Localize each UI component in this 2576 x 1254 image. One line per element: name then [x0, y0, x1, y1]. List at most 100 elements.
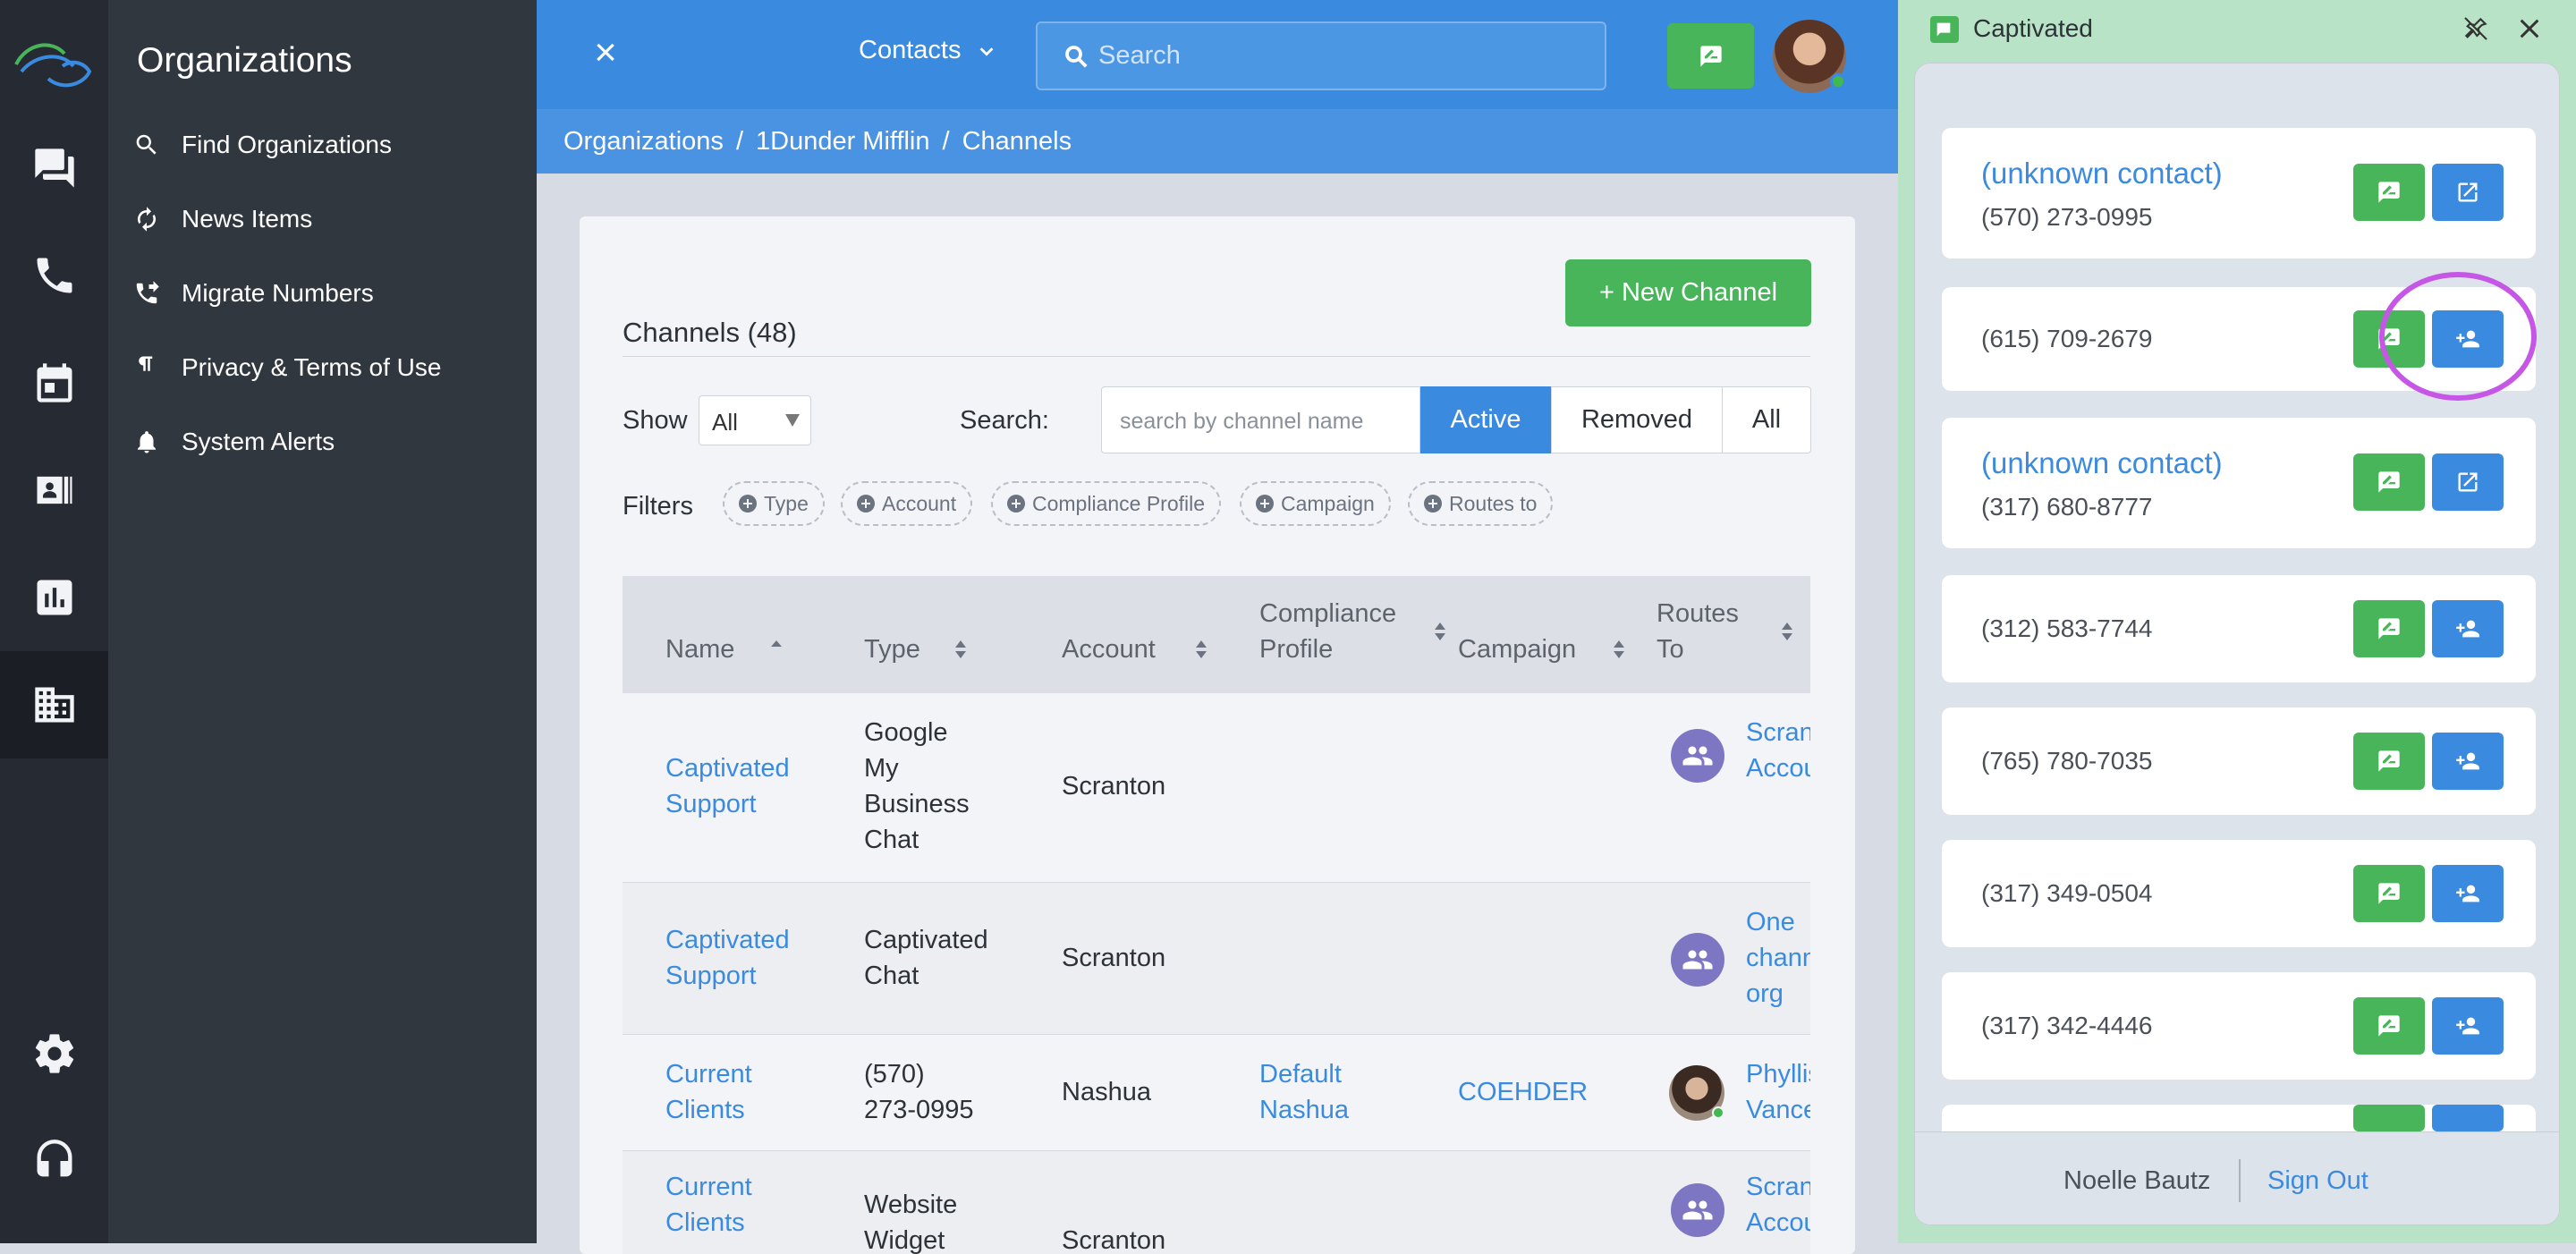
- compose-message-button[interactable]: [1667, 23, 1754, 89]
- close-icon[interactable]: ×: [583, 30, 628, 75]
- column-header-routes-to[interactable]: Routes To: [1657, 596, 1792, 667]
- campaign-link[interactable]: COEHDER: [1458, 1074, 1588, 1110]
- breadcrumb-organization[interactable]: 1Dunder Mifflin: [756, 127, 930, 157]
- send-message-button[interactable]: [2353, 453, 2425, 511]
- contact-card[interactable]: (765) 780-7035: [1942, 707, 2536, 815]
- sort-icon: [955, 640, 966, 658]
- channel-type: (570) 273-0995: [864, 1060, 974, 1124]
- routes-to-link[interactable]: One channel org: [1746, 904, 1810, 1012]
- channel-type: Website Widget: [864, 1190, 958, 1254]
- channel-type: Google My Business Chat: [864, 718, 970, 854]
- sidenav-item-privacy-terms[interactable]: Privacy & Terms of Use: [133, 341, 441, 394]
- add-contact-button[interactable]: [2432, 865, 2504, 922]
- open-external-icon: [2458, 472, 2478, 492]
- user-avatar[interactable]: [1773, 20, 1846, 93]
- close-icon[interactable]: [2515, 14, 2544, 43]
- rail-calendar[interactable]: [0, 329, 108, 436]
- channel-name-link[interactable]: Current Clients: [665, 1169, 800, 1241]
- table-row[interactable]: Captivated Support Captivated Chat Scran…: [623, 883, 1810, 1035]
- column-header-label: Compliance Profile: [1259, 599, 1397, 664]
- open-contact-button[interactable]: [2432, 453, 2504, 511]
- column-header-label: Routes To: [1657, 599, 1739, 664]
- column-header-compliance-profile[interactable]: Compliance Profile: [1259, 596, 1445, 667]
- column-header-label: Name: [665, 635, 735, 664]
- sidenav-item-news-items[interactable]: News Items: [133, 192, 312, 246]
- add-contact-button[interactable]: [2432, 733, 2504, 790]
- send-message-button[interactable]: [2353, 733, 2425, 790]
- routes-to-link[interactable]: Scranton Account: [1746, 715, 1810, 786]
- rail-organizations[interactable]: [0, 651, 108, 758]
- compliance-profile-link[interactable]: Default Nashua: [1259, 1056, 1367, 1128]
- column-header-name[interactable]: Name: [665, 631, 782, 667]
- group-avatar: [1671, 729, 1724, 783]
- add-contact-button[interactable]: [2432, 600, 2504, 657]
- open-contact-button[interactable]: [2432, 164, 2504, 221]
- online-status-dot: [1830, 73, 1846, 89]
- send-message-button[interactable]: [2353, 865, 2425, 922]
- contact-card[interactable]: (312) 583-7744: [1942, 575, 2536, 682]
- contact-card[interactable]: (317) 342-4446: [1942, 972, 2536, 1080]
- contact-card[interactable]: (unknown contact) (317) 680-8777: [1942, 418, 2536, 548]
- filter-chip-routes-to[interactable]: Routes to: [1408, 481, 1554, 526]
- channel-name-link[interactable]: Captivated Support: [665, 750, 835, 822]
- plus-circle-icon: [739, 495, 757, 513]
- channel-search-input[interactable]: search by channel name: [1101, 386, 1420, 453]
- rail-settings[interactable]: [0, 1000, 108, 1107]
- send-message-button[interactable]: [2353, 600, 2425, 657]
- show-label: Show: [623, 406, 688, 435]
- rail-contacts[interactable]: [0, 436, 108, 544]
- phone-forward-icon: [136, 281, 159, 304]
- filter-chip-label: Account: [882, 491, 957, 515]
- filter-chip-account[interactable]: Account: [841, 481, 973, 526]
- contact-name[interactable]: (unknown contact): [1981, 446, 2223, 480]
- breadcrumb-organizations[interactable]: Organizations: [564, 127, 724, 157]
- contact-card[interactable]: (317) 349-0504: [1942, 840, 2536, 947]
- routes-to-link[interactable]: Scranton Account: [1746, 1169, 1810, 1241]
- rail-chat[interactable]: [0, 114, 108, 222]
- add-contact-button[interactable]: [2432, 1105, 2504, 1131]
- send-message-button[interactable]: [2353, 997, 2425, 1055]
- new-channel-button[interactable]: + New Channel: [1565, 259, 1811, 326]
- global-search-input[interactable]: Search: [1036, 21, 1606, 90]
- segment-active[interactable]: Active: [1420, 386, 1551, 453]
- contact-phone: (312) 583-7744: [1981, 614, 2153, 642]
- show-select[interactable]: All: [699, 395, 811, 445]
- add-contact-button[interactable]: [2432, 997, 2504, 1055]
- column-header-account[interactable]: Account: [1062, 631, 1207, 667]
- sidenav-item-migrate-numbers[interactable]: Migrate Numbers: [133, 267, 374, 320]
- channel-name-link[interactable]: Current Clients: [665, 1056, 800, 1128]
- contact-name[interactable]: (unknown contact): [1981, 157, 2223, 191]
- table-row[interactable]: Current Clients (570) 273-0995 Nashua De…: [623, 1035, 1810, 1151]
- group-icon: [1682, 950, 1713, 970]
- sign-out-link[interactable]: Sign Out: [2267, 1166, 2368, 1196]
- global-search-placeholder: Search: [1098, 41, 1181, 70]
- table-row[interactable]: Captivated Support Google My Business Ch…: [623, 693, 1810, 883]
- filter-chip-campaign[interactable]: Campaign: [1240, 481, 1391, 526]
- rail-reports[interactable]: [0, 544, 108, 651]
- plus-circle-icon: [1424, 495, 1442, 513]
- sort-icon: [1782, 623, 1792, 640]
- sidenav-item-find-organizations[interactable]: Find Organizations: [133, 118, 392, 172]
- send-message-button[interactable]: [2353, 1105, 2425, 1131]
- filter-chip-compliance-profile[interactable]: Compliance Profile: [991, 481, 1222, 526]
- table-row[interactable]: Current Clients Website Widget Scranton …: [623, 1151, 1810, 1254]
- sort-icon: [1196, 640, 1207, 658]
- channel-name-link[interactable]: Captivated Support: [665, 922, 835, 994]
- contact-card[interactable]: (unknown contact) (570) 273-0995: [1942, 128, 2536, 258]
- rail-phone[interactable]: [0, 222, 108, 329]
- search-icon: [136, 134, 157, 155]
- highlight-annotation-circle: [2379, 272, 2537, 401]
- column-header-type[interactable]: Type: [864, 631, 966, 667]
- segment-removed[interactable]: Removed: [1551, 386, 1723, 453]
- captivated-logo: [14, 43, 92, 88]
- rail-support[interactable]: [0, 1107, 108, 1215]
- segment-all[interactable]: All: [1722, 386, 1811, 453]
- unpin-icon[interactable]: [2462, 14, 2490, 43]
- sidenav-item-system-alerts[interactable]: System Alerts: [133, 415, 335, 469]
- send-message-button[interactable]: [2353, 164, 2425, 221]
- column-header-campaign[interactable]: Campaign: [1458, 631, 1624, 667]
- breadcrumb-separator: /: [942, 126, 950, 156]
- routes-to-link[interactable]: Phyllis Vance: [1746, 1056, 1810, 1128]
- filter-chip-type[interactable]: Type: [723, 481, 825, 526]
- contacts-dropdown[interactable]: Contacts: [859, 36, 996, 65]
